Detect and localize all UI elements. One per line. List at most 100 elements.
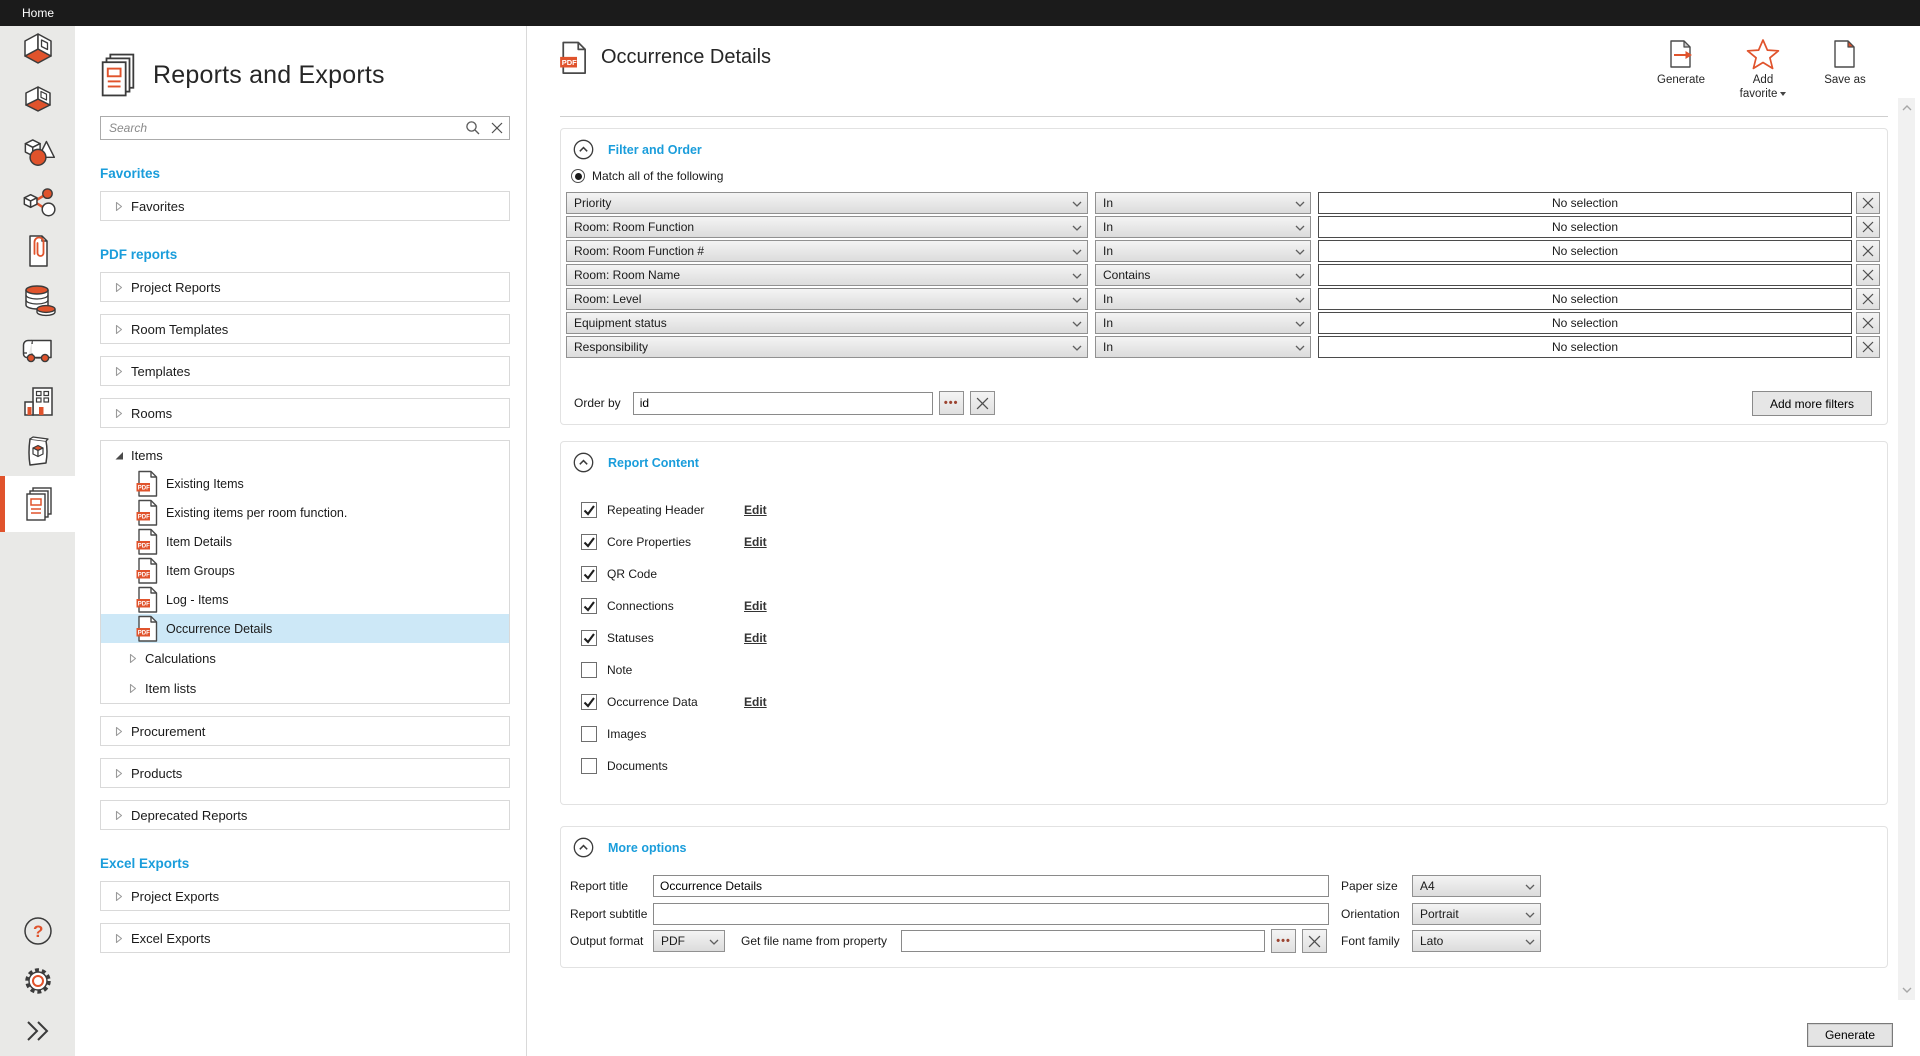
- documents-checkbox[interactable]: [581, 758, 597, 774]
- filter-operator-select[interactable]: In: [1095, 312, 1311, 334]
- orientation-select[interactable]: Portrait: [1412, 903, 1541, 925]
- filter-field-select[interactable]: Room: Room Name: [566, 264, 1088, 286]
- edit-link[interactable]: Edit: [744, 503, 767, 517]
- favorite-dropdown-caret-icon[interactable]: [1780, 92, 1786, 96]
- report-title-input[interactable]: [653, 875, 1329, 897]
- filter-field-select[interactable]: Room: Room Function: [566, 216, 1088, 238]
- filter-value-picker[interactable]: No selection: [1318, 288, 1852, 310]
- match-all-radio[interactable]: Match all of the following: [571, 169, 723, 183]
- generate-toolbar-button[interactable]: Generate: [1650, 38, 1712, 102]
- scroll-down-icon[interactable]: [1898, 982, 1915, 998]
- collapsed-expander-icon[interactable]: [111, 202, 127, 211]
- filter-value-picker[interactable]: No selection: [1318, 216, 1852, 238]
- group-row-project-exports[interactable]: Project Exports: [101, 882, 509, 910]
- rail-items-icon[interactable]: [0, 126, 75, 176]
- group-row-item-lists[interactable]: Item lists: [101, 673, 509, 703]
- clear-filter-button[interactable]: [1856, 192, 1880, 214]
- core-properties-checkbox[interactable]: [581, 534, 597, 550]
- order-by-clear-button[interactable]: [970, 391, 995, 415]
- clear-search-icon[interactable]: [485, 122, 509, 134]
- file-name-clear-button[interactable]: [1302, 929, 1327, 953]
- connections-checkbox[interactable]: [581, 598, 597, 614]
- filter-field-select[interactable]: Responsibility: [566, 336, 1088, 358]
- collapsed-expander-icon[interactable]: [111, 934, 127, 943]
- rail-buildings-icon[interactable]: [0, 376, 75, 426]
- group-row-items[interactable]: Items: [101, 441, 509, 469]
- collapsed-expander-icon[interactable]: [111, 769, 127, 778]
- group-row-room-templates[interactable]: Room Templates: [101, 315, 509, 343]
- tree-item-log-items[interactable]: Log - Items: [101, 585, 509, 614]
- collapsed-expander-icon[interactable]: [125, 684, 141, 693]
- filter-operator-select[interactable]: In: [1095, 336, 1311, 358]
- output-format-select[interactable]: PDF: [653, 930, 725, 952]
- group-row-excel-exports[interactable]: Excel Exports: [101, 924, 509, 952]
- clear-filter-button[interactable]: [1856, 336, 1880, 358]
- filter-field-select[interactable]: Priority: [566, 192, 1088, 214]
- filter-value-picker[interactable]: No selection: [1318, 240, 1852, 262]
- collapsed-expander-icon[interactable]: [111, 367, 127, 376]
- rail-attachments-icon[interactable]: [0, 226, 75, 276]
- rail-procurement-icon[interactable]: [0, 326, 75, 376]
- collapse-filter-section-icon[interactable]: [573, 139, 594, 160]
- clear-filter-button[interactable]: [1856, 240, 1880, 262]
- images-checkbox[interactable]: [581, 726, 597, 742]
- group-row-calculations[interactable]: Calculations: [101, 643, 509, 673]
- collapsed-expander-icon[interactable]: [111, 727, 127, 736]
- edit-link[interactable]: Edit: [744, 631, 767, 645]
- generate-report-button[interactable]: Generate: [1807, 1023, 1893, 1047]
- group-row-rooms[interactable]: Rooms: [101, 399, 509, 427]
- order-by-input[interactable]: [633, 392, 933, 415]
- search-input[interactable]: [101, 121, 461, 135]
- clear-filter-button[interactable]: [1856, 216, 1880, 238]
- filter-operator-select[interactable]: In: [1095, 192, 1311, 214]
- note-checkbox[interactable]: [581, 662, 597, 678]
- collapsed-expander-icon[interactable]: [111, 811, 127, 820]
- collapsed-expander-icon[interactable]: [111, 325, 127, 334]
- collapsed-expander-icon[interactable]: [111, 892, 127, 901]
- rail-data-icon[interactable]: [0, 276, 75, 326]
- expanded-expander-icon[interactable]: [111, 451, 127, 460]
- clear-filter-button[interactable]: [1856, 264, 1880, 286]
- collapse-options-section-icon[interactable]: [573, 837, 594, 858]
- filter-field-select[interactable]: Room: Level: [566, 288, 1088, 310]
- tree-item-item-details[interactable]: Item Details: [101, 527, 509, 556]
- collapsed-expander-icon[interactable]: [111, 409, 127, 418]
- filter-operator-select[interactable]: In: [1095, 240, 1311, 262]
- occurrence-data-checkbox[interactable]: [581, 694, 597, 710]
- group-row-project-reports[interactable]: Project Reports: [101, 273, 509, 301]
- filter-value-picker[interactable]: No selection: [1318, 192, 1852, 214]
- rail-catalog-icon[interactable]: [0, 426, 75, 476]
- rail-help-icon[interactable]: ?: [0, 906, 75, 956]
- filter-operator-select[interactable]: Contains: [1095, 264, 1311, 286]
- rail-room-function-icon[interactable]: [0, 76, 75, 126]
- edit-link[interactable]: Edit: [744, 599, 767, 613]
- order-by-browse-button[interactable]: •••: [939, 391, 964, 415]
- clear-filter-button[interactable]: [1856, 312, 1880, 334]
- qr-code-checkbox[interactable]: [581, 566, 597, 582]
- collapsed-expander-icon[interactable]: [125, 654, 141, 663]
- filter-field-select[interactable]: Room: Room Function #: [566, 240, 1088, 262]
- repeating-header-checkbox[interactable]: [581, 502, 597, 518]
- search-icon[interactable]: [461, 120, 485, 136]
- group-row-products[interactable]: Products: [101, 759, 509, 787]
- clear-filter-button[interactable]: [1856, 288, 1880, 310]
- save-as-button[interactable]: Save as: [1814, 38, 1876, 102]
- rail-expand-icon[interactable]: [0, 1006, 75, 1056]
- collapse-content-section-icon[interactable]: [573, 452, 594, 473]
- tree-item-occurrence-details[interactable]: Occurrence Details: [101, 614, 509, 643]
- edit-link[interactable]: Edit: [744, 695, 767, 709]
- font-family-select[interactable]: Lato: [1412, 930, 1541, 952]
- vertical-scrollbar[interactable]: [1898, 98, 1915, 1000]
- filter-field-select[interactable]: Equipment status: [566, 312, 1088, 334]
- tree-item-existing-items[interactable]: Existing Items: [101, 469, 509, 498]
- filter-value-picker[interactable]: No selection: [1318, 312, 1852, 334]
- group-row-deprecated-reports[interactable]: Deprecated Reports: [101, 801, 509, 829]
- rail-products-icon[interactable]: [0, 176, 75, 226]
- paper-size-select[interactable]: A4: [1412, 875, 1541, 897]
- add-more-filters-button[interactable]: Add more filters: [1752, 391, 1872, 416]
- rail-settings-icon[interactable]: [0, 956, 75, 1006]
- report-subtitle-input[interactable]: [653, 903, 1329, 925]
- add-favorite-button[interactable]: Add favorite: [1732, 38, 1794, 102]
- rail-reports-icon[interactable]: [0, 476, 75, 532]
- home-menu[interactable]: Home: [0, 6, 68, 20]
